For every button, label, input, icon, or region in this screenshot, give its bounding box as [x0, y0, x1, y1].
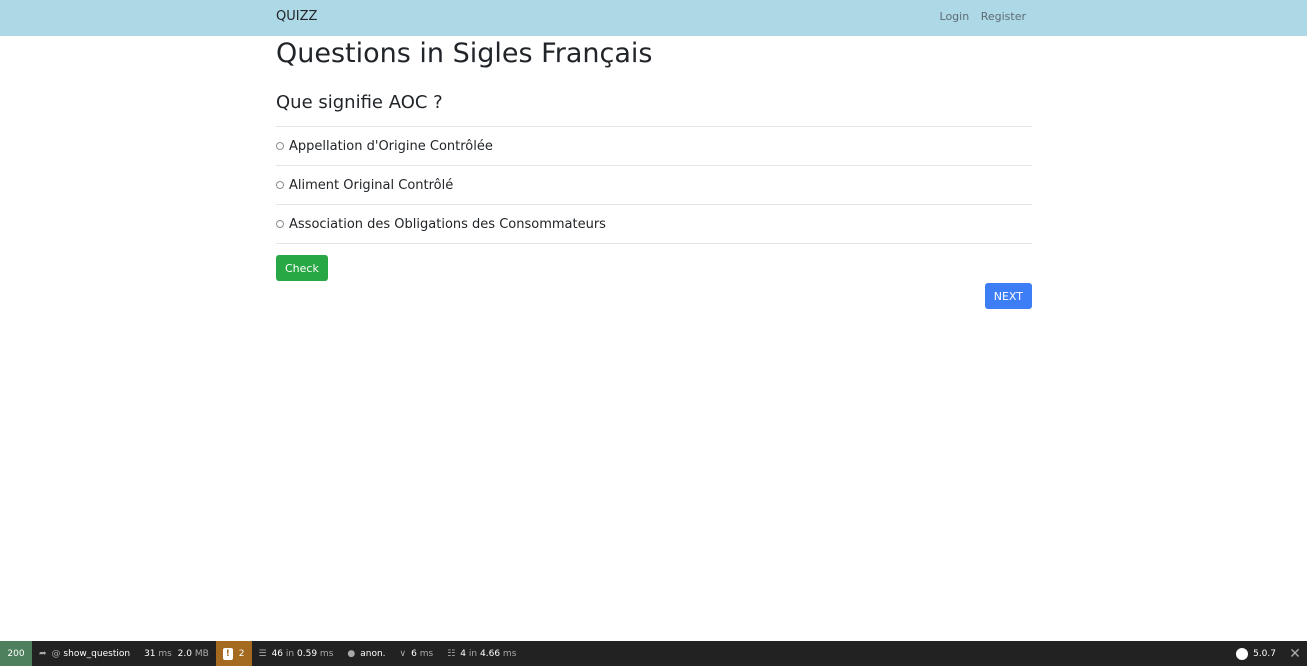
twig-unit: ms: [419, 648, 434, 659]
radio-button[interactable]: [276, 142, 284, 150]
warnings-count: 2: [238, 648, 245, 659]
radio-button[interactable]: [276, 220, 284, 228]
version-value: 5.0.7: [1253, 648, 1276, 659]
answer-option[interactable]: Aliment Original Contrôlé: [276, 166, 1032, 205]
route-name: show_question: [63, 648, 131, 659]
next-button[interactable]: NEXT: [984, 283, 1032, 309]
status-code-badge[interactable]: 200: [0, 641, 32, 666]
route-item[interactable]: ➦ @ show_question: [32, 641, 137, 666]
answer-label: Appellation d'Origine Contrôlée: [289, 138, 493, 154]
twig-time: 6: [411, 648, 417, 659]
symfony-logo-icon: [1236, 647, 1249, 660]
brand-link[interactable]: QUIZZ: [276, 9, 317, 24]
time-value: 31: [144, 648, 156, 659]
login-link[interactable]: Login: [940, 10, 970, 23]
radio-button[interactable]: [276, 181, 284, 189]
version-item[interactable]: 5.0.7: [1229, 641, 1283, 666]
navbar: QUIZZ Login Register: [0, 0, 1307, 36]
answer-option[interactable]: Appellation d'Origine Contrôlée: [276, 127, 1032, 166]
answer-label: Association des Obligations des Consomma…: [289, 216, 606, 232]
warning-icon: !: [222, 647, 233, 660]
page-title: Questions in Sigles Français: [276, 38, 653, 69]
question-text: Que signifie AOC ?: [276, 92, 443, 113]
answer-label: Aliment Original Contrôlé: [289, 177, 454, 193]
answer-option[interactable]: Association des Obligations des Consomma…: [276, 205, 1032, 244]
close-icon[interactable]: ✕: [1283, 641, 1307, 666]
memory-unit: MB: [194, 648, 209, 659]
cache-count: 46: [271, 648, 284, 659]
time-unit: ms: [158, 648, 172, 659]
user-item[interactable]: ● anon.: [340, 641, 392, 666]
register-link[interactable]: Register: [981, 10, 1026, 23]
performance-item[interactable]: 31 ms 2.0 MB: [137, 641, 216, 666]
database-icon: ☷: [447, 648, 456, 659]
cache-time: 0.59: [297, 648, 318, 659]
database-item[interactable]: ☷ 4 in 4.66 ms: [440, 641, 523, 666]
route-at-sign: @: [51, 648, 64, 659]
nav-links: Login Register: [932, 10, 1026, 23]
cache-item[interactable]: ☰ 46 in 0.59 ms: [252, 641, 341, 666]
warnings-item[interactable]: ! 2: [215, 641, 252, 666]
redirect-arrow-icon: ➦: [39, 648, 47, 659]
debug-toolbar: 200 ➦ @ show_question 31 ms 2.0 MB ! 2 ☰…: [0, 641, 1307, 666]
cache-in: in: [285, 648, 295, 659]
answer-list: Appellation d'Origine Contrôlée Aliment …: [276, 126, 1032, 244]
main-content: Questions in Sigles Français Que signifi…: [276, 36, 1032, 309]
user-name: anon.: [360, 648, 386, 659]
layers-icon: ☰: [258, 648, 267, 659]
memory-value: 2.0: [177, 648, 192, 659]
check-button[interactable]: Check: [276, 255, 328, 281]
twig-icon: ∨: [399, 648, 407, 659]
twig-item[interactable]: ∨ 6 ms: [393, 641, 441, 666]
user-icon: ●: [347, 648, 356, 659]
db-time: 4.66: [480, 648, 501, 659]
db-unit: ms: [502, 648, 517, 659]
db-in: in: [468, 648, 478, 659]
db-count: 4: [460, 648, 467, 659]
cache-unit: ms: [319, 648, 334, 659]
